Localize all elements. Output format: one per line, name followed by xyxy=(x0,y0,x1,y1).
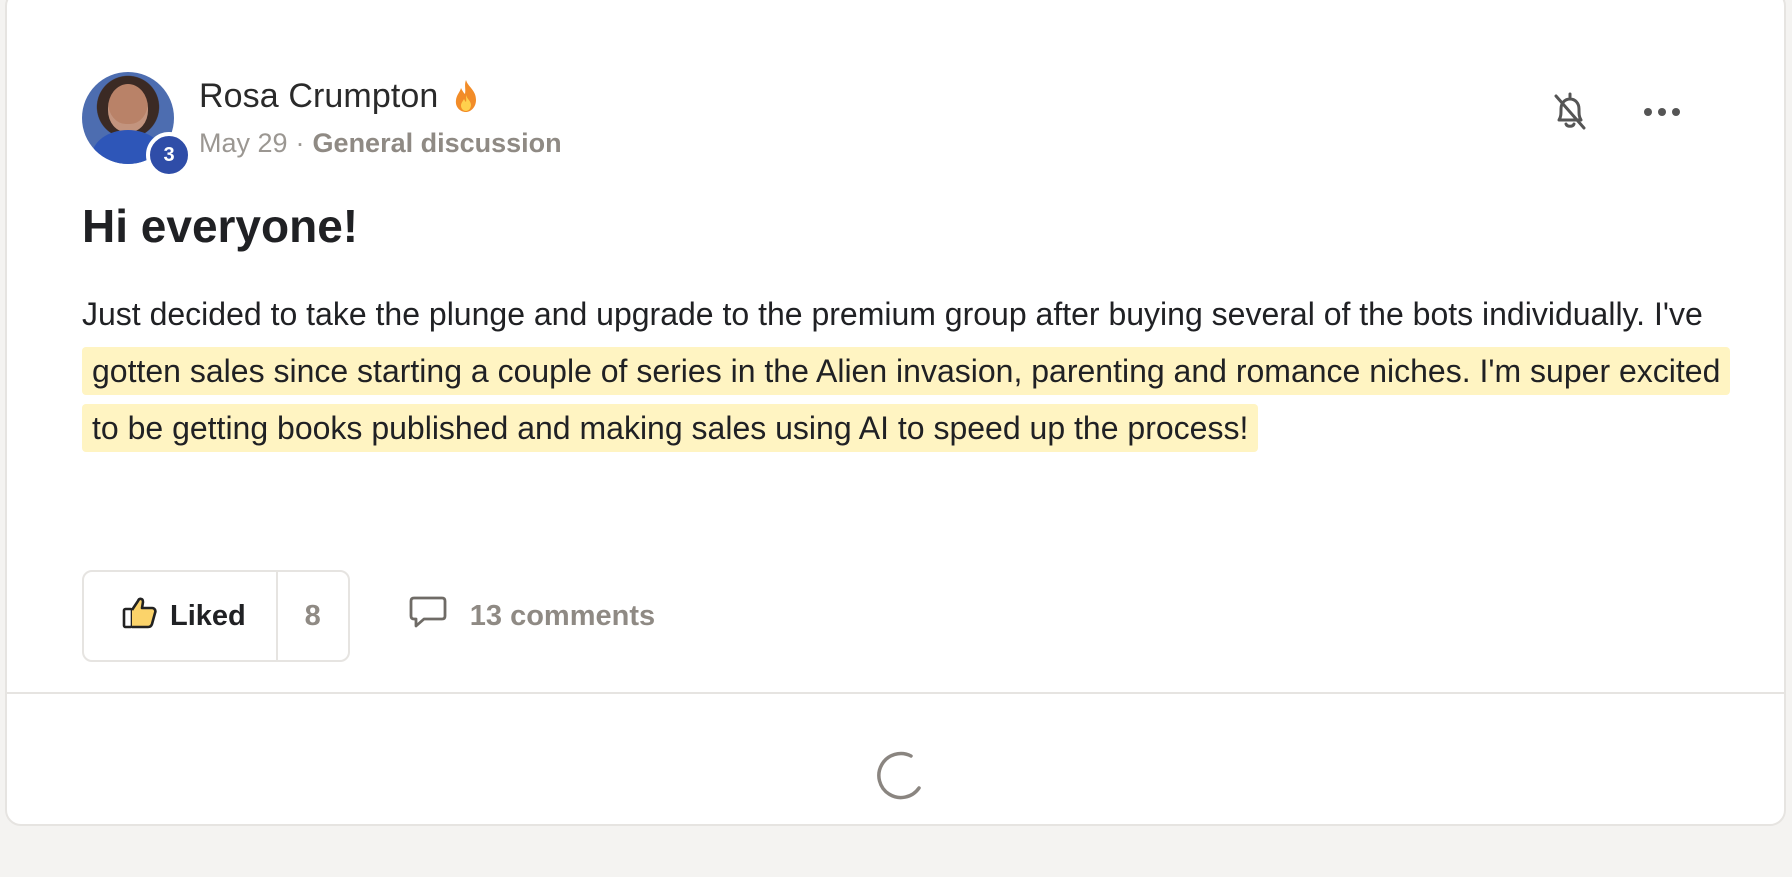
post-body: Just decided to take the plunge and upgr… xyxy=(82,286,1731,457)
comments-link[interactable]: 13 comments xyxy=(408,594,655,638)
post-title: Hi everyone! xyxy=(82,200,359,252)
like-label: Liked xyxy=(170,599,246,632)
author-level-badge: 3 xyxy=(146,132,192,178)
more-options-icon xyxy=(1642,105,1682,123)
like-count[interactable]: 8 xyxy=(278,572,348,660)
post-header-actions xyxy=(1548,92,1684,136)
post-body-text: Just decided to take the plunge and upgr… xyxy=(82,296,1703,332)
like-group: Liked 8 xyxy=(82,570,350,662)
author-name[interactable]: Rosa Crumpton xyxy=(199,77,438,116)
post-subline: May 29 · General discussion xyxy=(199,128,562,159)
author-avatar-wrapper[interactable]: 3 xyxy=(82,72,192,178)
loading-spinner-icon xyxy=(867,744,929,806)
notification-toggle-button[interactable] xyxy=(1548,92,1592,136)
bell-off-icon xyxy=(1550,90,1590,139)
comment-icon xyxy=(408,594,448,638)
category-link[interactable]: General discussion xyxy=(313,128,562,159)
subline-separator: · xyxy=(295,128,305,158)
flame-icon xyxy=(450,78,482,114)
post-body-highlighted-text: gotten sales since starting a couple of … xyxy=(82,347,1731,452)
section-divider xyxy=(7,692,1784,694)
post-header: 3 Rosa Crumpton May 29 · General discuss… xyxy=(82,72,562,178)
like-button[interactable]: Liked xyxy=(84,572,278,660)
author-line: Rosa Crumpton xyxy=(199,72,562,120)
comments-count-label: 13 comments xyxy=(469,599,656,632)
post-card: 3 Rosa Crumpton May 29 · General discuss… xyxy=(5,0,1786,826)
post-actions: Liked 8 13 comments xyxy=(82,570,655,662)
post-date: May 29 xyxy=(199,128,288,158)
more-options-button[interactable] xyxy=(1640,92,1684,136)
thumbs-up-icon xyxy=(122,595,158,637)
post-meta: Rosa Crumpton May 29 · General discussio… xyxy=(199,72,562,159)
